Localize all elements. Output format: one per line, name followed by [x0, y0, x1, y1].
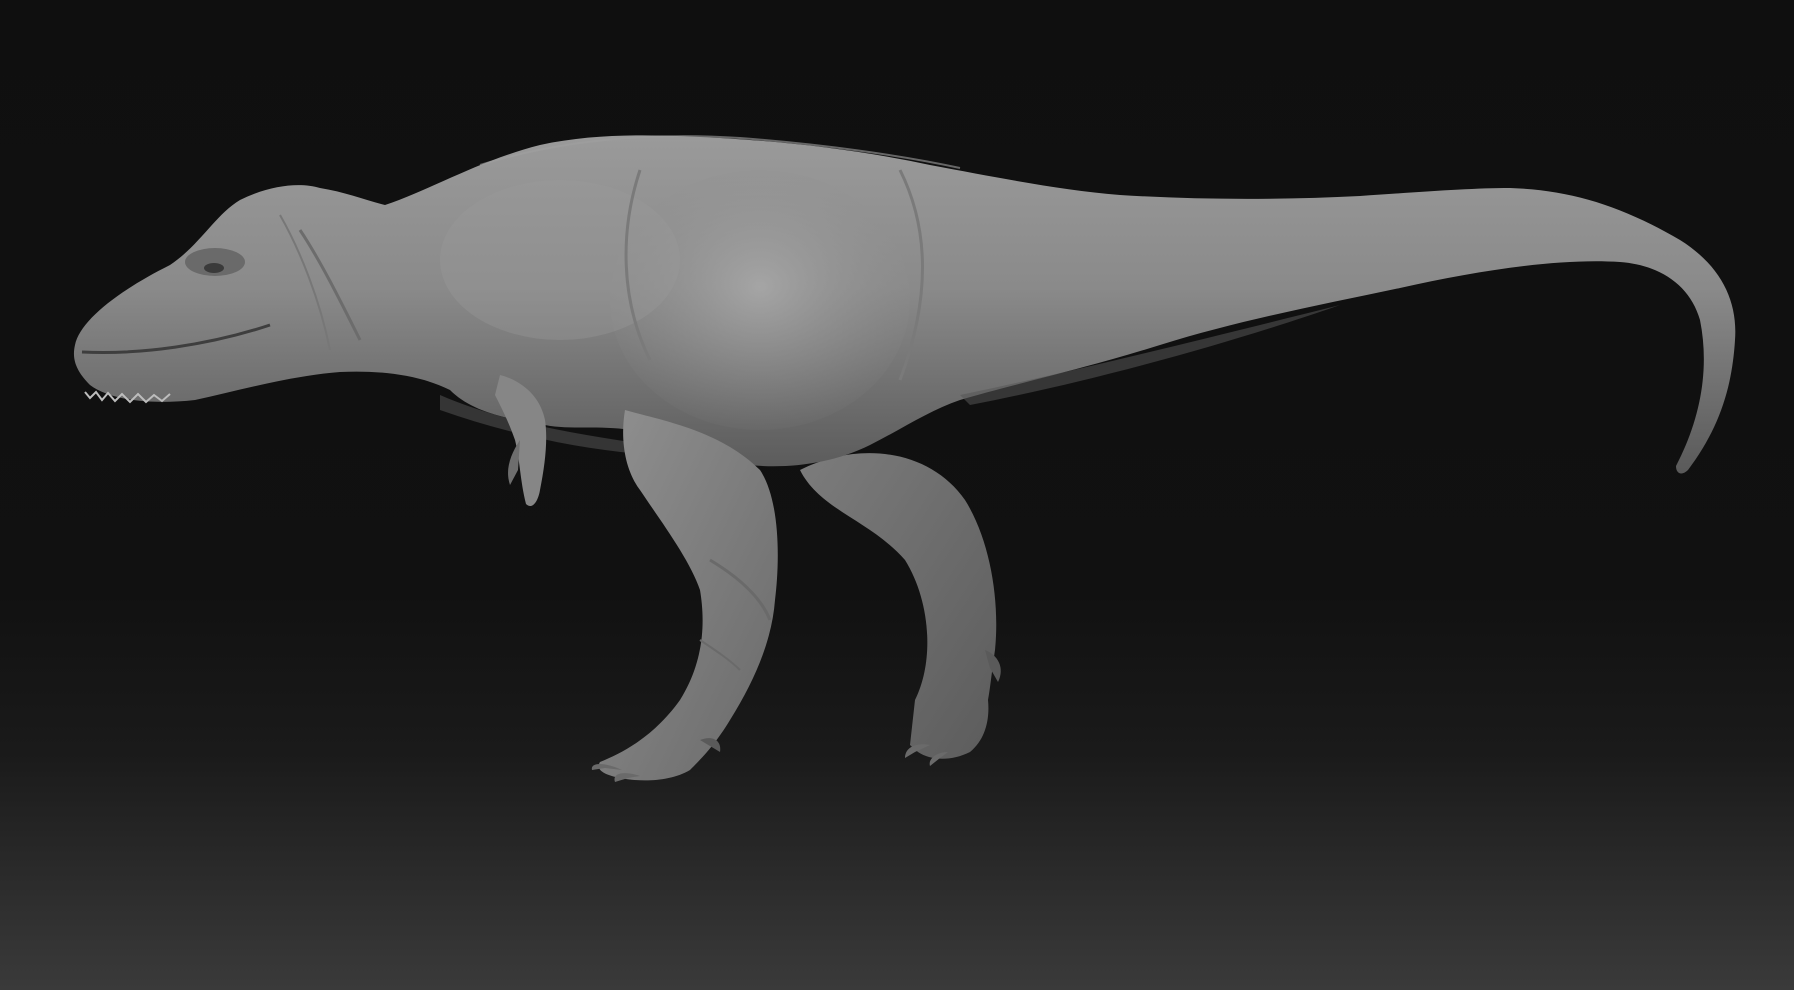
- dinosaur-render: [73, 135, 1736, 782]
- body: [73, 135, 1736, 474]
- render-viewport: [0, 0, 1794, 990]
- near-leg: [591, 410, 778, 782]
- far-leg: [800, 453, 1001, 766]
